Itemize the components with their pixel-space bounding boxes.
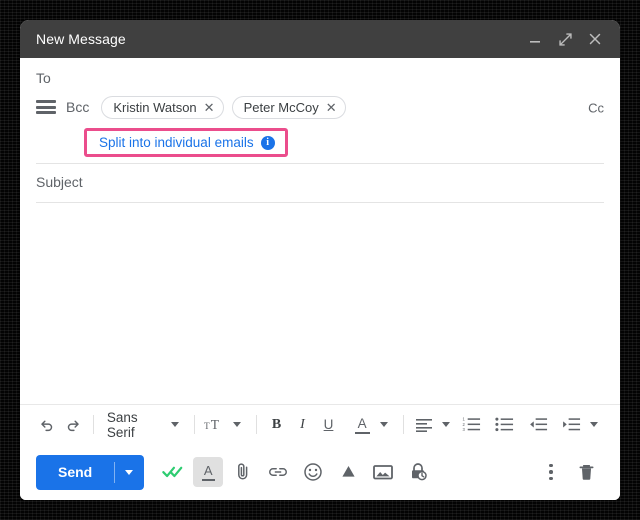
compose-action-bar: Send A <box>20 444 620 500</box>
to-field-row[interactable]: To <box>36 58 604 92</box>
more-options-icon <box>549 463 553 481</box>
attachment-icon <box>238 463 248 480</box>
toolbar-separator <box>93 415 94 434</box>
toolbar-separator <box>255 415 257 434</box>
underline-icon: U <box>323 417 334 432</box>
grammar-check-button[interactable] <box>158 457 188 487</box>
bulleted-list-button[interactable] <box>492 412 518 438</box>
more-options-button[interactable] <box>536 457 566 487</box>
text-color-button[interactable]: A <box>349 412 375 438</box>
recipient-list-icon[interactable] <box>36 100 56 114</box>
svg-text:T: T <box>210 417 219 432</box>
undo-icon <box>41 420 53 431</box>
bulleted-list-icon <box>495 417 514 432</box>
redo-button[interactable] <box>60 412 86 438</box>
recipient-name: Kristin Watson <box>113 99 197 115</box>
insert-photo-button[interactable] <box>368 457 398 487</box>
minimize-icon <box>530 41 540 43</box>
formatting-toolbar: Sans Serif T T B I U A 1 2 3 <box>20 404 620 444</box>
underline-button[interactable]: U <box>316 412 342 438</box>
text-color-icon: A <box>354 416 370 434</box>
split-into-individual-emails-highlight[interactable]: Split into individual emails i <box>84 128 288 157</box>
confidential-mode-button[interactable] <box>403 457 433 487</box>
compose-title: New Message <box>36 31 126 47</box>
compose-fields: To Bcc Kristin Watson ✕ Peter McCoy ✕ Cc… <box>20 58 620 203</box>
close-button[interactable] <box>582 26 608 52</box>
font-family-select[interactable]: Sans Serif <box>101 410 166 440</box>
send-group: Send <box>36 454 145 490</box>
undo-button[interactable] <box>34 412 60 438</box>
send-button[interactable]: Send <box>36 454 115 490</box>
align-chevron-down-icon[interactable] <box>442 422 450 427</box>
font-size-button[interactable]: T T <box>202 412 228 438</box>
formatting-icon: A <box>201 463 215 481</box>
compose-titlebar[interactable]: New Message <box>20 20 620 58</box>
subject-label: Subject <box>36 173 83 190</box>
toolbar-separator <box>403 415 404 434</box>
expand-button[interactable] <box>552 26 578 52</box>
trash-icon <box>579 464 593 480</box>
bcc-toggle[interactable]: Bcc <box>66 99 89 115</box>
svg-text:2: 2 <box>462 422 465 427</box>
double-check-icon <box>162 466 183 478</box>
svg-text:T: T <box>204 422 210 432</box>
screenshot-root: New Message To Bcc Kristin Watson ✕ Pete… <box>0 0 640 520</box>
recipient-chip[interactable]: Kristin Watson ✕ <box>101 95 224 119</box>
to-label: To <box>36 70 51 86</box>
more-format-options-chevron-down-icon[interactable] <box>589 422 598 427</box>
message-body[interactable] <box>20 203 620 404</box>
remove-recipient-icon[interactable]: ✕ <box>326 101 337 114</box>
font-size-icon: T T <box>204 417 220 432</box>
insert-link-button[interactable] <box>263 457 293 487</box>
expand-icon <box>558 32 572 46</box>
minimize-button[interactable] <box>522 26 548 52</box>
send-options-button[interactable] <box>114 454 145 490</box>
send-options-chevron-down-icon <box>125 469 134 475</box>
compose-window: New Message To Bcc Kristin Watson ✕ Pete… <box>20 20 620 500</box>
split-callout-wrapper: Split into individual emails i <box>36 124 604 160</box>
info-icon[interactable]: i <box>260 135 275 150</box>
italic-icon: I <box>300 416 305 432</box>
numbered-list-button[interactable]: 123 <box>458 412 484 438</box>
confidential-mode-icon <box>412 463 427 481</box>
italic-button[interactable]: I <box>290 412 316 438</box>
remove-recipient-icon[interactable]: ✕ <box>204 101 215 114</box>
bold-button[interactable]: B <box>264 412 290 438</box>
indent-increase-icon <box>563 418 581 431</box>
recipient-chip[interactable]: Peter McCoy ✕ <box>231 95 346 119</box>
subject-field-row[interactable]: Subject <box>36 164 604 199</box>
align-icon <box>416 418 432 432</box>
window-controls <box>522 26 608 52</box>
split-into-individual-emails-link[interactable]: Split into individual emails <box>99 135 254 150</box>
cc-toggle[interactable]: Cc <box>588 101 604 116</box>
indent-decrease-icon <box>529 418 547 431</box>
recipient-name: Peter McCoy <box>243 99 319 115</box>
discard-draft-button[interactable] <box>571 457 601 487</box>
insert-drive-file-button[interactable] <box>333 457 363 487</box>
numbered-list-icon: 123 <box>462 417 480 432</box>
link-icon <box>269 468 288 476</box>
formatting-options-button[interactable]: A <box>193 457 224 487</box>
svg-text:3: 3 <box>462 427 465 432</box>
indent-decrease-button[interactable] <box>525 412 551 438</box>
font-family-chevron-down-icon[interactable] <box>170 422 179 427</box>
recipients-row: Bcc Kristin Watson ✕ Peter McCoy ✕ Cc <box>36 92 604 124</box>
toolbar-separator <box>193 415 195 434</box>
emoji-icon <box>304 463 322 481</box>
insert-emoji-button[interactable] <box>298 457 328 487</box>
redo-icon <box>67 420 79 431</box>
text-color-chevron-down-icon[interactable] <box>380 422 389 427</box>
bold-icon: B <box>271 416 282 432</box>
attach-file-button[interactable] <box>228 457 258 487</box>
align-button[interactable] <box>411 412 437 438</box>
close-icon <box>589 33 601 45</box>
image-icon <box>373 465 394 480</box>
indent-increase-button[interactable] <box>559 412 585 438</box>
font-size-chevron-down-icon[interactable] <box>232 422 241 427</box>
drive-icon <box>342 465 355 477</box>
